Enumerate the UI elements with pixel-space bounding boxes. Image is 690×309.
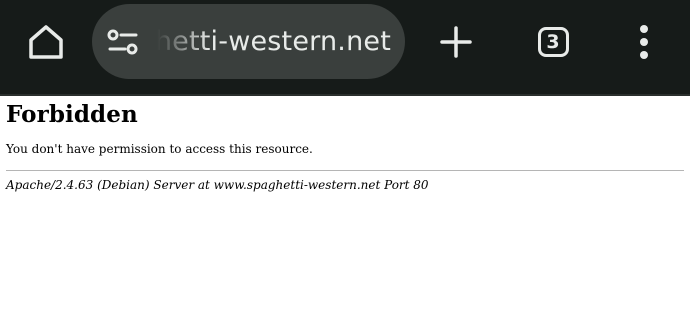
site-settings-icon	[107, 29, 138, 55]
site-info-button[interactable]	[104, 22, 142, 62]
server-signature: Apache/2.4.63 (Debian) Server at www.spa…	[6, 178, 429, 192]
url-fade	[140, 4, 210, 79]
error-message: You don't have permission to access this…	[6, 142, 313, 156]
tab-switcher-icon: 3	[537, 27, 569, 57]
more-vert-icon	[640, 25, 648, 59]
home-icon	[29, 25, 63, 59]
plus-icon	[440, 26, 472, 58]
new-tab-button[interactable]	[430, 17, 482, 67]
page-title: Forbidden	[6, 101, 138, 128]
browser-toolbar: hetti-western.net 3	[0, 0, 690, 94]
page-content: Forbidden You don't have permission to a…	[6, 96, 686, 192]
tab-switcher-button[interactable]: 3	[528, 17, 578, 67]
tab-count: 3	[546, 31, 560, 53]
divider	[6, 170, 684, 171]
menu-button[interactable]	[628, 17, 660, 67]
address-bar[interactable]: hetti-western.net	[92, 4, 405, 79]
home-button[interactable]	[18, 17, 74, 67]
